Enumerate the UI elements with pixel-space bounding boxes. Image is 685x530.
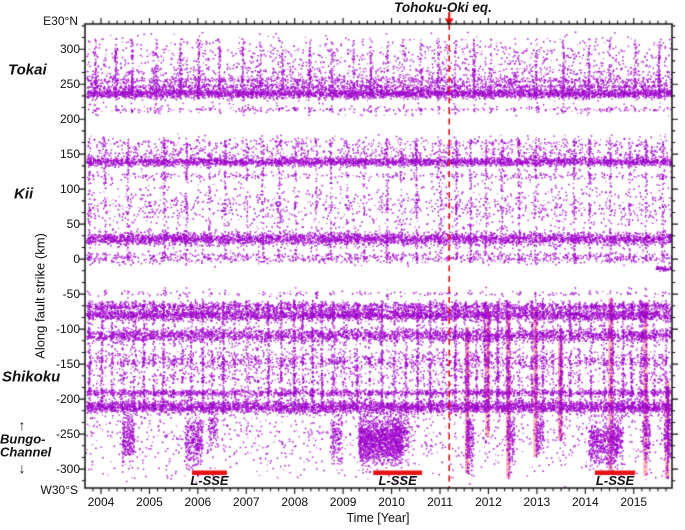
- region-label-tokai: Tokai: [8, 61, 47, 79]
- x-tick-label: 2013: [523, 495, 551, 509]
- x-tick-label: 2009: [329, 495, 357, 509]
- x-tick-label: 2007: [232, 495, 260, 509]
- tohoku-oki-annotation: Tohoku-Oki eq.: [394, 0, 492, 15]
- y-tick-label: 300: [59, 42, 80, 57]
- lsse-label: L-SSE: [595, 473, 635, 488]
- y-tick-label: 0: [73, 252, 80, 267]
- x-tick-label: 2015: [620, 495, 648, 509]
- lsse-label: L-SSE: [190, 473, 229, 488]
- axis-end-label-north: E30°N: [43, 14, 78, 28]
- y-tick-label: 100: [59, 182, 80, 197]
- y-tick-label: 200: [59, 112, 80, 127]
- y-tick-label: -200: [55, 392, 80, 407]
- y-tick-label: -300: [55, 462, 80, 477]
- y-tick-label: 150: [59, 147, 80, 162]
- axis-end-label-south: W30°S: [40, 483, 78, 497]
- x-tick-label: 2006: [184, 495, 212, 509]
- scatter-plot-canvas: [0, 0, 685, 530]
- region-label-bungo-channel: Channel: [0, 444, 52, 460]
- y-tick-label: -250: [55, 427, 80, 442]
- x-tick-label: 2004: [87, 495, 115, 509]
- region-label-shikoku: Shikoku: [2, 368, 61, 386]
- y-tick-label: -150: [55, 357, 80, 372]
- y-tick-label: 50: [66, 217, 80, 232]
- tremor-figure: Tohoku-Oki eq. Time [Year] Along fault s…: [0, 0, 685, 530]
- lsse-label: L-SSE: [378, 473, 417, 488]
- x-tick-label: 2008: [281, 495, 309, 509]
- x-tick-label: 2010: [378, 495, 405, 509]
- x-tick-label: 2005: [136, 495, 163, 509]
- x-tick-label: 2011: [427, 495, 453, 509]
- y-tick-label: -100: [55, 322, 80, 337]
- x-tick-label: 2012: [475, 495, 502, 509]
- x-axis-label: Time [Year]: [346, 511, 410, 525]
- y-tick-label: 250: [59, 77, 80, 92]
- y-tick-label: -50: [62, 287, 80, 302]
- x-tick-label: 2014: [571, 495, 599, 509]
